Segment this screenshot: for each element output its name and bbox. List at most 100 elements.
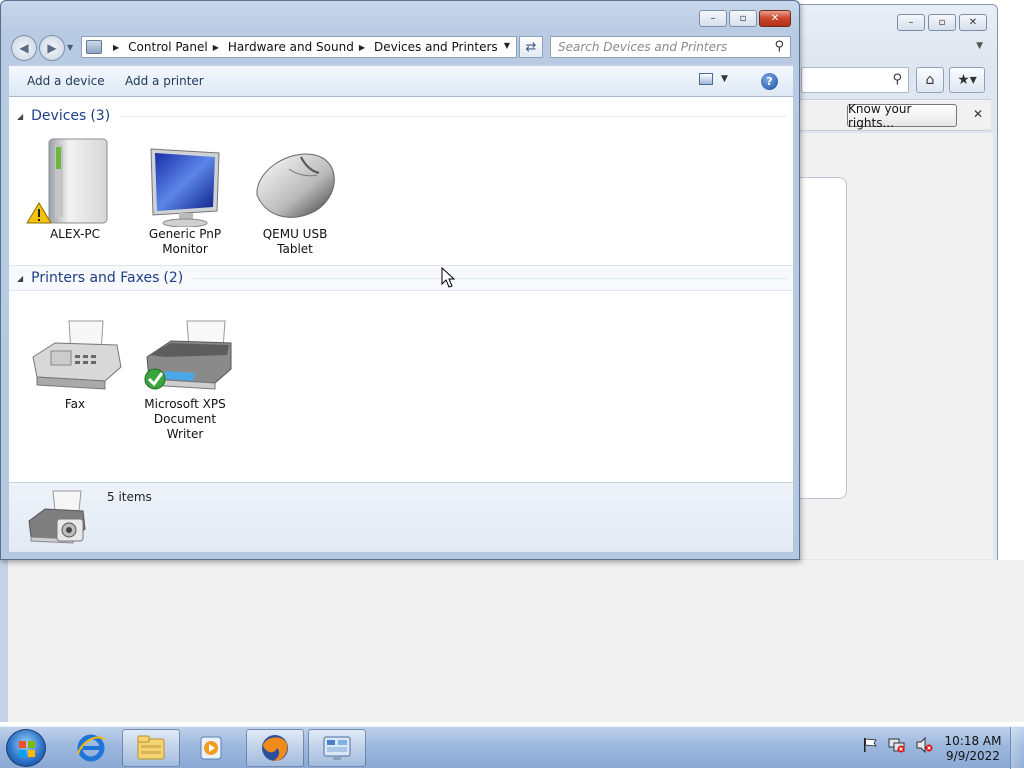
command-toolbar: Add a device Add a printer ▼ ? [9,65,793,97]
media-player-icon [200,736,222,760]
taskbar-firefox[interactable] [246,729,304,767]
collapse-triangle-icon[interactable]: ◢ [17,112,23,121]
group-label: Devices (3) [31,108,110,124]
search-icon: ⚲ [892,72,902,87]
group-header-printers-and-faxes[interactable]: ◢ Printers and Faxes (2) [9,265,793,291]
know-your-rights-button[interactable]: Know your rights... [847,102,957,130]
printer-item-fax[interactable]: Fax [25,305,125,412]
navigation-bar: ◀ ▶ ▼ ▶ Control Panel ▶ Hardware and Sou… [9,35,791,61]
volume-muted-icon[interactable] [916,737,934,753]
address-dropdown-icon[interactable]: ▼ [504,41,510,50]
address-bar[interactable]: ▶ Control Panel ▶ Hardware and Sound ▶ D… [81,36,517,58]
forward-arrow-icon: ▶ [47,41,57,55]
add-printer-button[interactable]: Add a printer [125,74,204,88]
device-label-line2: Monitor [162,242,208,256]
chevron-down-icon[interactable]: ▼ [721,74,728,84]
notification-bar: Know your rights... ✕ [797,99,991,131]
monitor-icon [135,135,235,228]
close-icon[interactable]: ✕ [973,107,983,121]
printer-item-microsoft-xps-document-writer[interactable]: Microsoft XPS Document Writer [135,305,235,442]
browser-search-box[interactable]: ⚲ [801,67,909,93]
control-panel-icon [323,736,351,760]
taskbar-clock[interactable]: 10:18 AM 9/9/2022 [944,734,1002,764]
group-count: (3) [90,108,111,124]
divider [120,115,787,117]
add-device-button[interactable]: Add a device [27,74,105,88]
taskbar-windows-explorer[interactable] [122,729,180,767]
details-pane: 5 items [9,482,793,552]
help-icon[interactable]: ? [761,73,778,90]
breadcrumb-separator[interactable]: ▶ [359,43,365,52]
group-title: Printers and Faxes [31,270,160,286]
refresh-icon: ⇄ [525,39,537,55]
system-tray [862,737,934,753]
device-label: QEMU USB [262,227,328,241]
clock-date: 9/9/2022 [946,749,1000,763]
mouse-icon [245,135,345,227]
recent-pages-dropdown[interactable]: ▼ [67,43,73,52]
start-button[interactable] [6,729,46,767]
device-item-generic-pnp-monitor[interactable]: Generic PnP Monitor [135,135,235,257]
mouse-cursor-icon [441,267,455,288]
search-input[interactable]: Search Devices and Printers ⚲ [550,36,791,58]
refresh-button[interactable]: ⇄ [519,36,543,58]
printer-label: Microsoft XPS [144,397,226,411]
printer-label: Fax [64,397,86,411]
home-icon: ⌂ [925,72,935,88]
back-button[interactable]: ◀ [11,35,37,61]
device-item-qemu-usb-tablet[interactable]: QEMU USB Tablet [245,135,345,257]
change-view-button[interactable]: ▼ [699,73,728,85]
folder-icon [137,735,165,760]
action-center-flag-icon[interactable] [862,737,878,753]
browser-content-card [797,177,847,499]
home-button[interactable]: ⌂ [916,67,944,93]
back-arrow-icon: ◀ [19,41,29,55]
breadcrumb-separator[interactable]: ▶ [213,43,219,52]
breadcrumb-separator[interactable]: ▶ [113,43,119,52]
printer-icon [135,305,235,397]
taskbar-media-player[interactable] [182,729,240,767]
internet-explorer-icon [77,734,105,762]
close-button[interactable]: ✕ [759,10,791,27]
maximize-button[interactable]: ▫ [729,10,757,27]
device-item-alex-pc[interactable]: ALEX-PC [25,135,125,242]
breadcrumb-devices-and-printers[interactable]: Devices and Printers [374,40,498,54]
control-panel-icon [86,40,102,54]
window-caption-buttons: – ▫ ✕ [699,10,791,27]
show-desktop-button[interactable] [1010,727,1024,769]
firefox-icon [262,735,288,762]
chevron-down-icon[interactable]: ▼ [976,41,983,51]
bookmark-star-icon: ★▾ [957,72,977,88]
bookmarks-button[interactable]: ★▾ [949,67,985,93]
close-button[interactable]: ✕ [959,14,987,31]
devices-and-printers-icon [23,485,93,549]
device-label: ALEX-PC [49,227,101,241]
group-label: Printers and Faxes (2) [31,270,183,286]
minimize-button[interactable]: – [897,14,925,31]
window-edge [0,560,8,722]
desktop-area [0,560,1024,722]
background-window-caption-buttons: – ▫ ✕ [897,14,987,31]
minimize-button[interactable]: – [699,10,727,27]
windows-logo-icon [19,741,35,757]
printer-label-line2: Document Writer [153,412,217,441]
group-count: (2) [163,270,184,286]
breadcrumb-control-panel[interactable]: Control Panel [128,40,208,54]
collapse-triangle-icon[interactable]: ◢ [17,274,23,283]
device-label-line2: Tablet [277,242,313,256]
forward-button[interactable]: ▶ [39,35,65,61]
device-label: Generic PnP [148,227,222,241]
maximize-button[interactable]: ▫ [928,14,956,31]
search-placeholder: Search Devices and Printers [558,40,728,54]
computer-icon [25,135,125,227]
group-header-devices[interactable]: ◢ Devices (3) [9,103,793,129]
network-icon[interactable] [888,737,906,753]
devices-and-printers-window: – ▫ ✕ ◀ ▶ ▼ ▶ Control Panel ▶ Hardware a… [0,0,800,560]
breadcrumb-hardware-and-sound[interactable]: Hardware and Sound [228,40,354,54]
taskbar-internet-explorer[interactable] [62,729,120,767]
taskbar-devices-and-printers[interactable] [308,729,366,767]
fax-icon [25,305,125,397]
taskbar: 10:18 AM 9/9/2022 [0,726,1024,769]
search-icon[interactable]: ⚲ [774,39,784,54]
clock-time: 10:18 AM [944,734,1002,748]
